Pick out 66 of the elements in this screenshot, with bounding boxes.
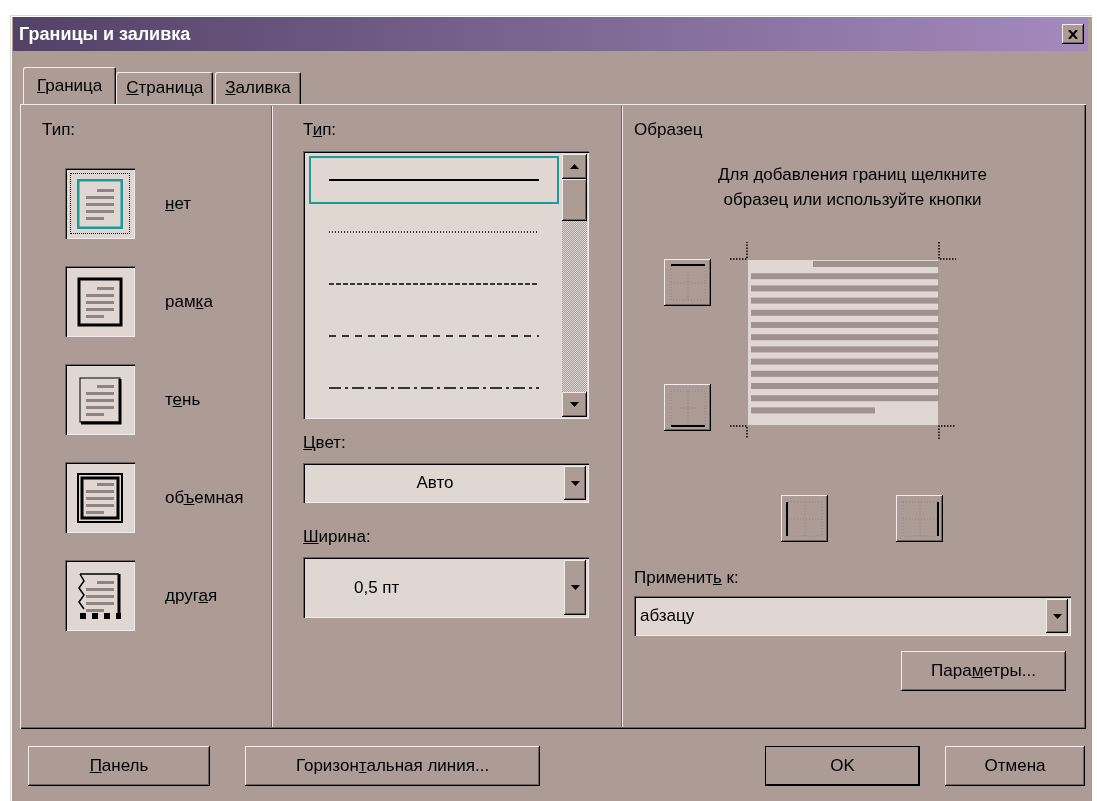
line-sample-icon [329,230,539,234]
dialog-button[interactable]: Панель [28,746,210,786]
down-arrow-icon [570,480,580,486]
bottom-border-icon [667,387,708,428]
section-label: Тип: [42,120,76,139]
instruction-text: образец или используйте кнопки [722,189,983,211]
page-border-icon [77,276,123,327]
border-type-button[interactable] [65,560,135,631]
dropdown-button[interactable] [564,466,586,500]
line-sample-icon [329,334,539,338]
down-arrow-icon [570,585,580,590]
ok-button[interactable]: OK [765,746,920,786]
scroll-up-button[interactable] [562,154,587,179]
field-label: Ширина: [303,527,372,547]
border-type-label: рамка [165,291,213,312]
dropdown-value: абзацу [639,605,696,627]
scrollbar[interactable] [562,154,587,417]
page-border-icon [77,472,123,523]
scroll-thumb[interactable] [562,179,587,221]
window-title: Границы и заливка [19,23,191,45]
field-label: Тип: [303,120,337,139]
border-type-label: тень [165,389,201,410]
page-border-icon [77,178,123,229]
right-border-button[interactable] [896,495,943,542]
left-border-icon [784,498,825,539]
dropdown-value: Авто [415,472,455,494]
bottom-border-button[interactable] [664,384,711,431]
width-dropdown[interactable]: 0,5 пт [303,557,589,618]
left-border-button[interactable] [781,495,828,542]
page-border-icon [77,374,123,425]
line-sample-icon [329,178,539,182]
border-type-label: объемная [165,487,244,508]
apply-to-dropdown[interactable]: абзацу [634,596,1071,636]
down-arrow-icon [570,402,579,407]
tab[interactable]: Заливка [215,72,301,104]
down-arrow-icon [1052,613,1062,619]
border-type-label: нет [165,193,192,214]
cancel-button[interactable]: Отмена [945,746,1085,786]
field-label: Цвет: [303,433,347,453]
right-border-icon [899,498,940,539]
options-button[interactable]: Параметры... [901,651,1066,691]
dialog-button[interactable]: Горизонтальная линия... [245,746,540,786]
top-border-icon [667,262,708,303]
tab[interactable]: Граница [23,67,117,104]
border-type-button[interactable] [65,168,135,239]
color-dropdown[interactable]: Авто [303,463,589,503]
up-arrow-icon [570,164,579,169]
border-type-button[interactable] [65,364,135,435]
field-label: Применить к: [634,568,740,588]
section-label: Образец [634,120,703,139]
tab[interactable]: Страница [116,72,214,104]
border-type-button[interactable] [65,462,135,533]
border-type-label: другая [165,585,218,606]
line-sample-icon [329,386,539,390]
top-border-button[interactable] [664,259,711,306]
dropdown-button[interactable] [564,560,586,615]
line-style-option[interactable] [309,156,559,204]
close-icon [1068,29,1078,39]
page-border-icon [77,570,123,621]
line-sample-icon [329,282,539,286]
dropdown-button[interactable] [1046,599,1068,633]
border-type-button[interactable] [65,266,135,337]
scroll-down-button[interactable] [562,392,587,417]
dropdown-value: 0,5 пт [353,576,401,599]
close-button[interactable] [1062,24,1084,44]
instruction-text: Для добавления границ щелкните [717,164,988,186]
